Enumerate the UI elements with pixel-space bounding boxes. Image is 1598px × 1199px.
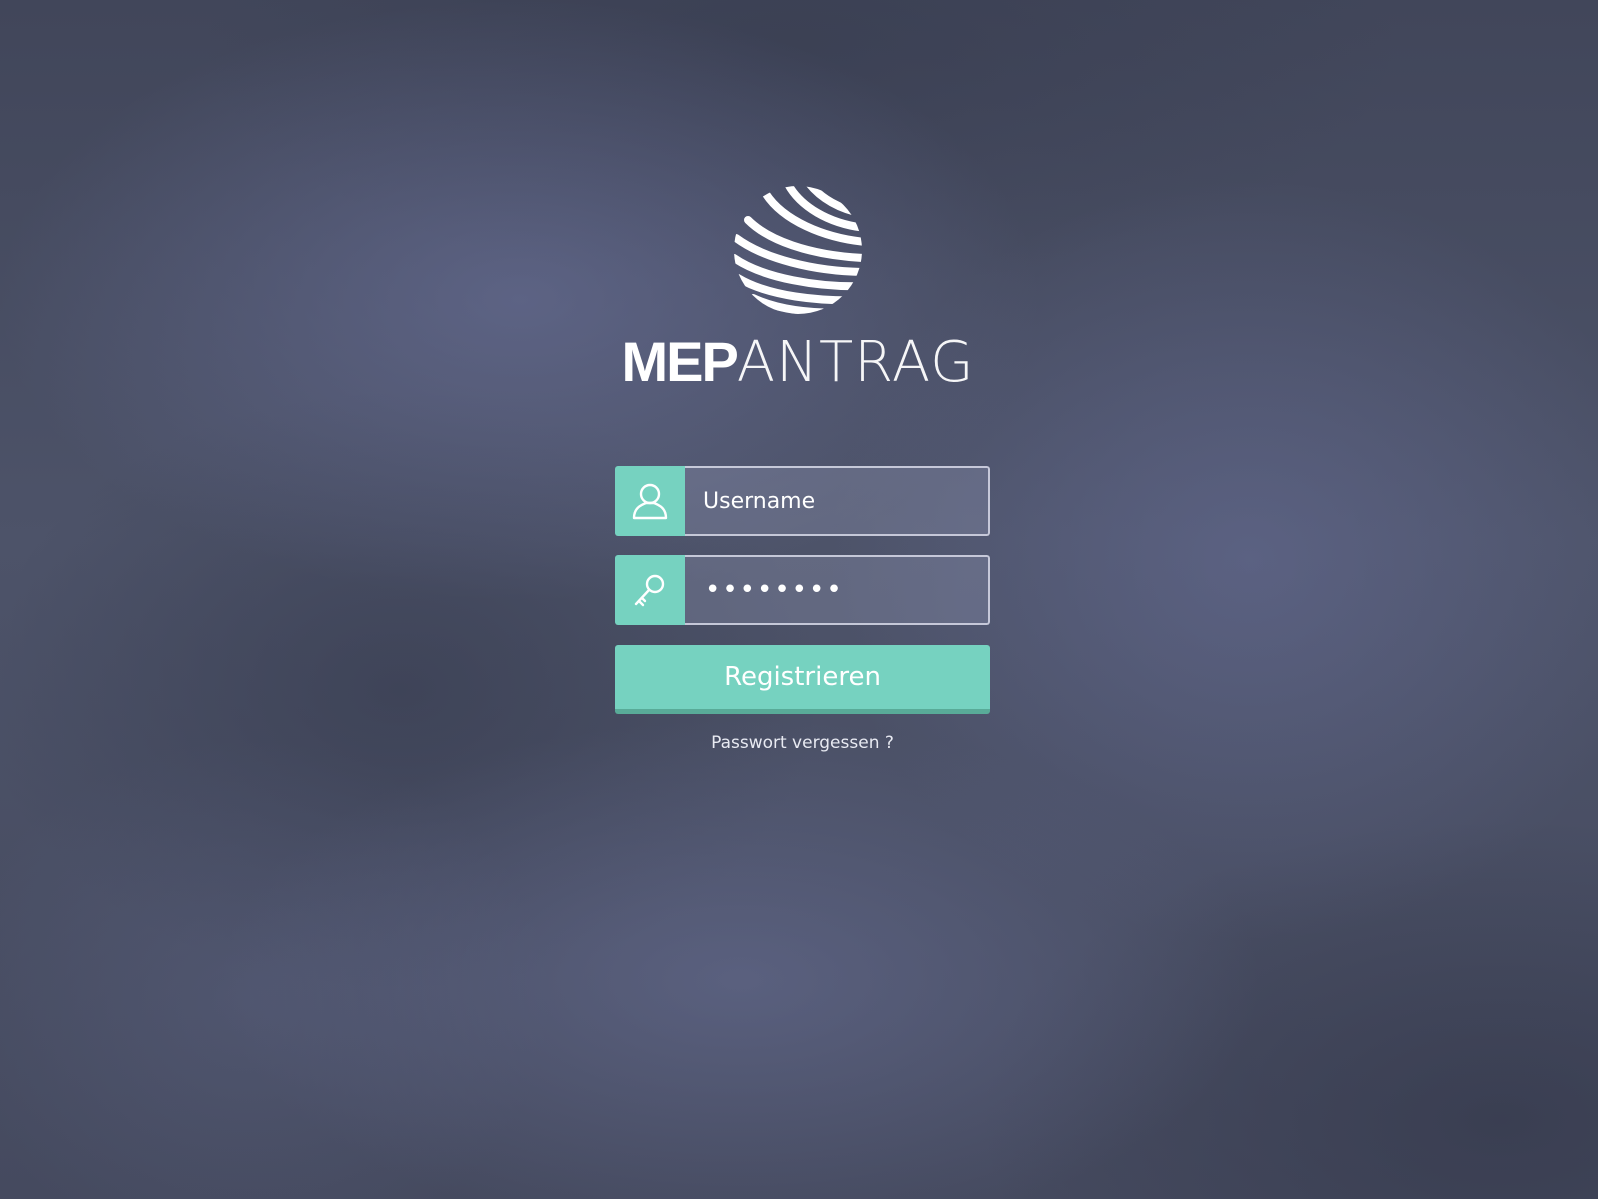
password-icon-box	[615, 555, 685, 625]
username-input-box	[685, 466, 990, 536]
forgot-password-link[interactable]: Passwort vergessen ?	[615, 733, 990, 753]
username-field	[615, 466, 990, 536]
password-field: ••••••••	[615, 555, 990, 625]
password-input-box[interactable]: ••••••••	[685, 555, 990, 625]
username-input[interactable]	[685, 468, 988, 534]
key-icon	[634, 574, 665, 607]
username-icon-box	[615, 466, 685, 536]
brand-wordmark: MEPANTRAG	[598, 322, 998, 403]
striped-globe-logo-icon	[734, 186, 862, 314]
password-input[interactable]: ••••••••	[685, 557, 844, 623]
brand-name-light: ANTRAG	[736, 330, 975, 395]
brand-name-bold: MEP	[621, 330, 738, 393]
user-icon	[632, 483, 668, 520]
register-button[interactable]: Registrieren	[615, 645, 990, 714]
